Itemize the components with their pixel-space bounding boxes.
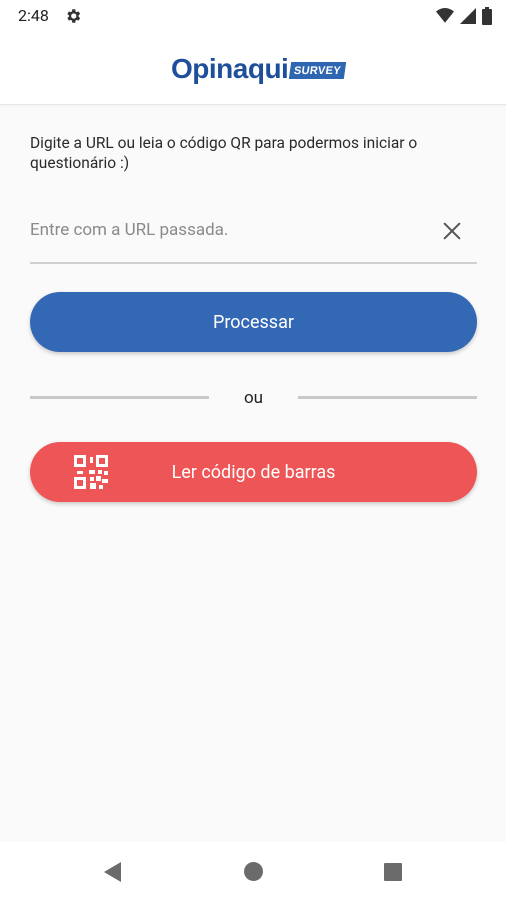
battery-icon: [482, 7, 492, 25]
clear-icon[interactable]: [441, 220, 463, 242]
process-button[interactable]: Processar: [30, 292, 477, 352]
status-bar: 2:48: [0, 0, 506, 32]
wifi-icon: [436, 8, 454, 23]
logo-badge: SURVEY: [289, 61, 347, 79]
status-time: 2:48: [18, 6, 49, 25]
instruction-text: Digite a URL ou leia o código QR para po…: [30, 134, 418, 172]
navigation-bar: [0, 842, 506, 900]
opinaqui-logo: Opinaqui SURVEY: [171, 52, 347, 86]
divider-text: ou: [243, 388, 264, 408]
recents-icon[interactable]: [384, 863, 402, 881]
url-field: [30, 206, 477, 264]
divider-line-right: [298, 396, 477, 399]
qr-code-icon: [74, 455, 108, 489]
home-icon[interactable]: [244, 862, 263, 881]
back-icon[interactable]: [103, 861, 123, 883]
gear-icon: [67, 9, 81, 23]
system-icons: [436, 6, 492, 26]
scan-button-label: Ler código de barras: [171, 461, 336, 483]
process-button-label: Processar: [213, 311, 294, 333]
url-input[interactable]: [30, 216, 420, 244]
logo-text: Opinaqui: [171, 53, 289, 84]
signal-icon: [460, 8, 476, 24]
scan-barcode-button[interactable]: Ler código de barras: [30, 442, 477, 502]
divider-line-left: [30, 396, 209, 399]
